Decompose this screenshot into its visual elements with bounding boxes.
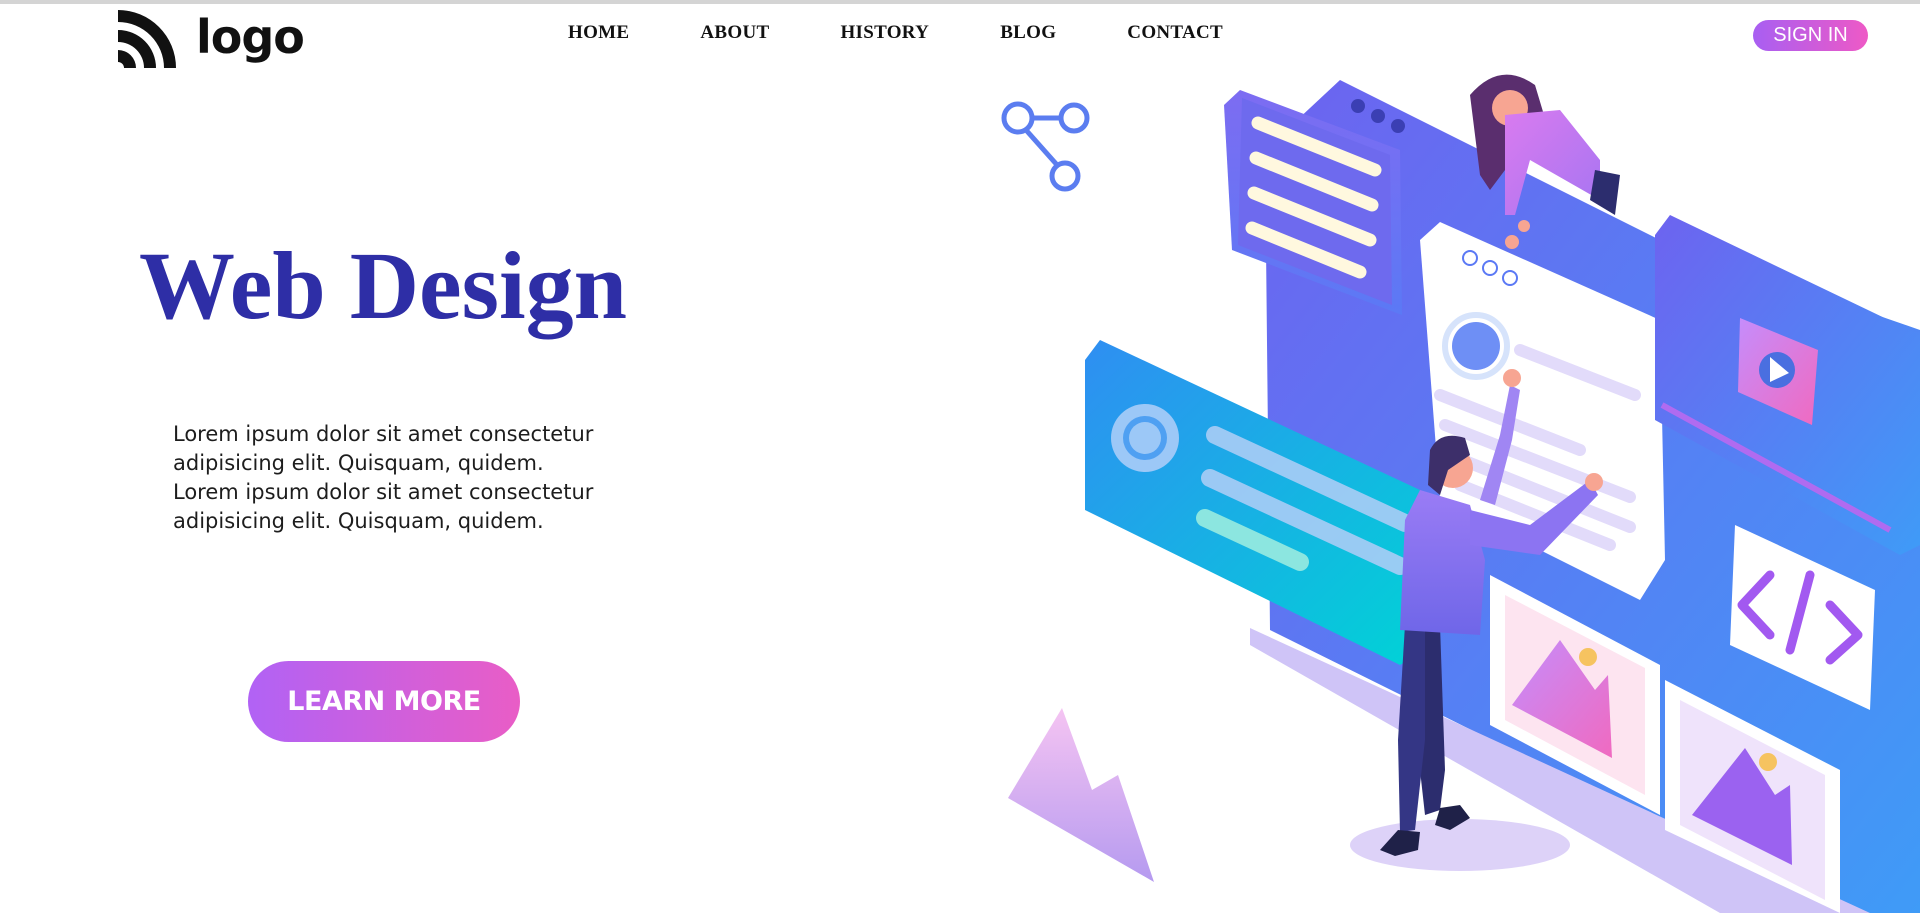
mountain-shape <box>1008 708 1154 882</box>
top-border <box>0 0 1920 4</box>
share-icon <box>1001 101 1090 192</box>
sign-in-button[interactable]: SIGN IN <box>1753 20 1868 51</box>
main-nav: HOME ABOUT HISTORY BLOG CONTACT <box>568 22 1223 44</box>
nav-contact[interactable]: CONTACT <box>1127 22 1223 44</box>
isometric-web-design-illustration <box>1001 74 1920 913</box>
nav-blog[interactable]: BLOG <box>1000 22 1056 44</box>
logo-text: logo <box>196 10 305 64</box>
hero-description: Lorem ipsum dolor sit amet consectetur a… <box>173 422 594 533</box>
nav-history[interactable]: HISTORY <box>840 22 929 44</box>
nav-about[interactable]: ABOUT <box>700 22 769 44</box>
wifi-arcs-icon <box>118 10 176 68</box>
hero-title: Web Design <box>139 232 628 339</box>
learn-more-button[interactable]: LEARN MORE <box>248 661 520 742</box>
nav-home[interactable]: HOME <box>568 22 629 44</box>
logo[interactable]: logo <box>118 6 305 68</box>
